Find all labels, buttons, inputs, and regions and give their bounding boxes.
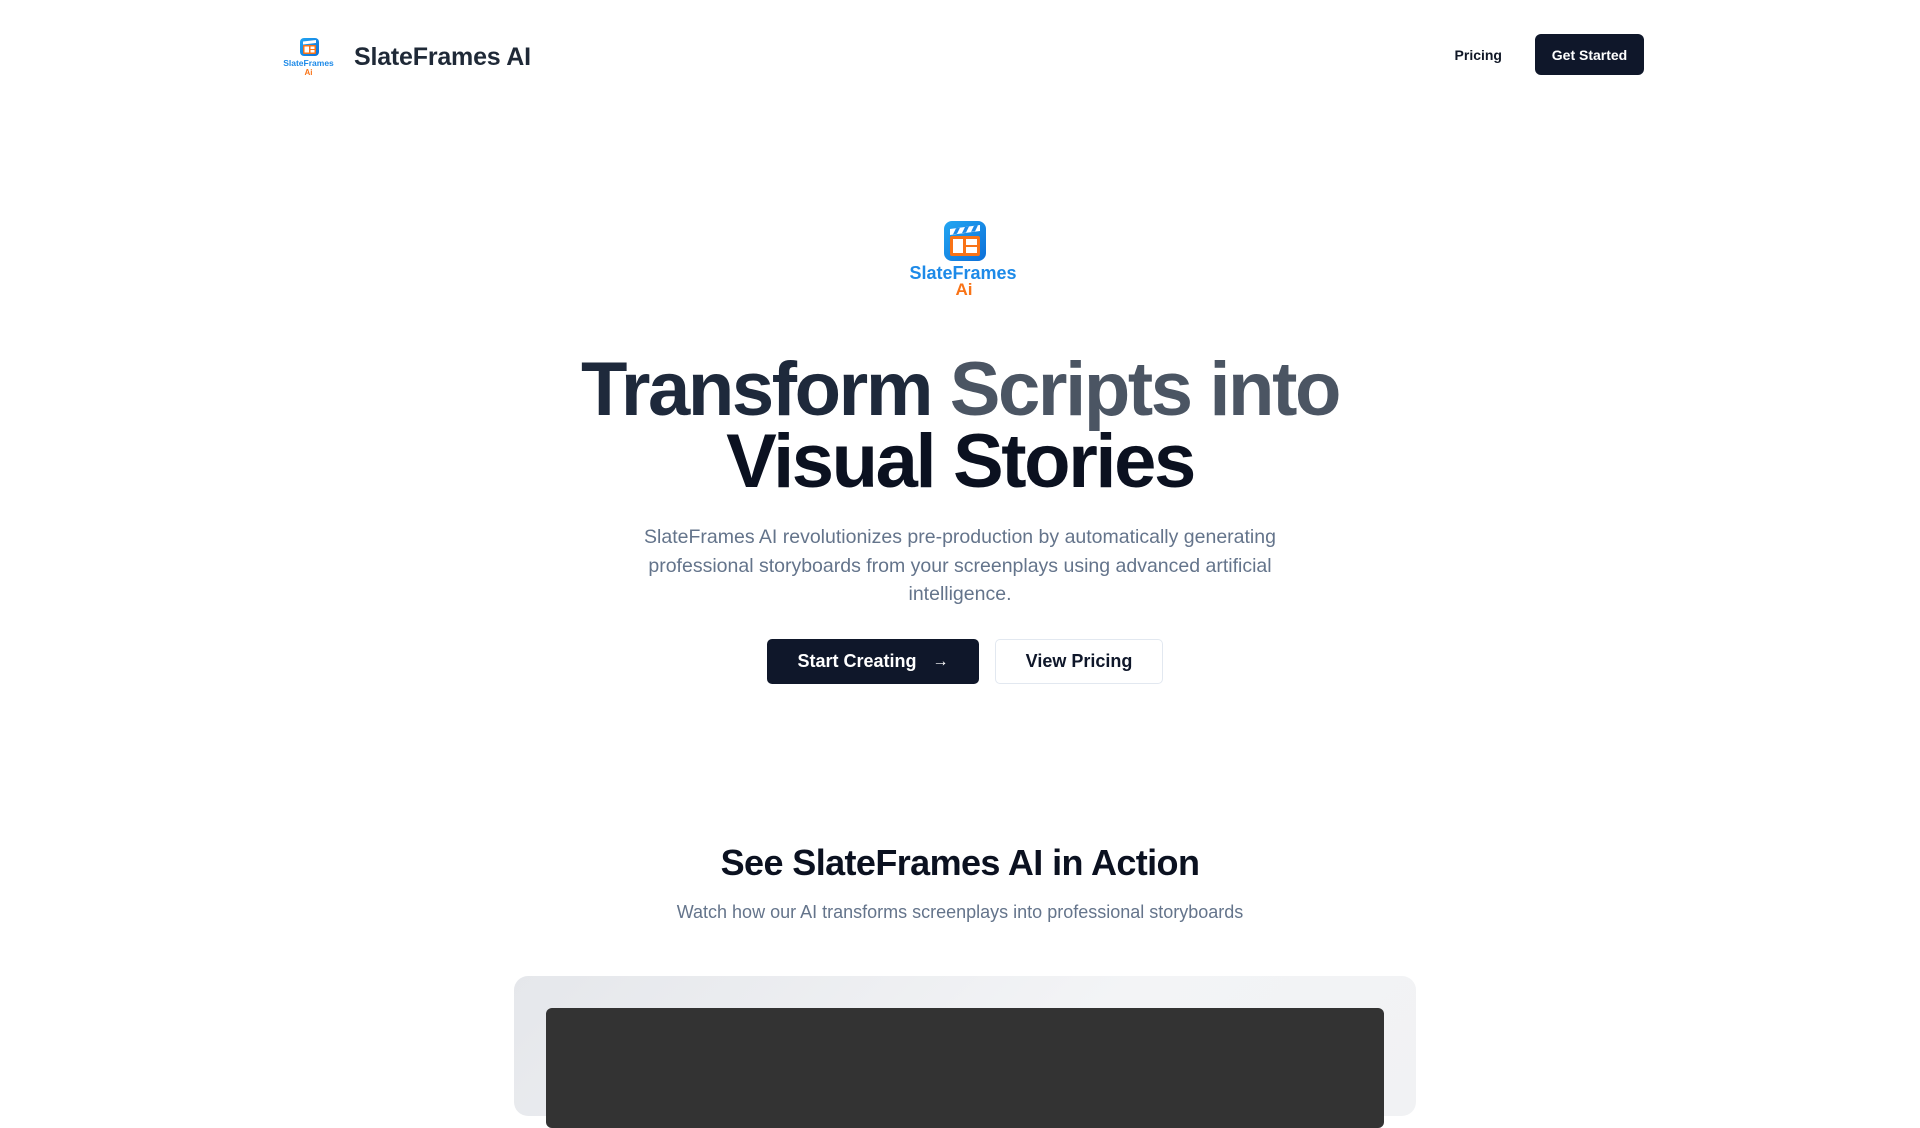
demo-video-player[interactable] <box>546 1008 1384 1128</box>
start-creating-button[interactable]: Start Creating → <box>767 639 979 684</box>
top-nav: Pricing Get Started <box>1455 34 1644 75</box>
view-pricing-button[interactable]: View Pricing <box>995 639 1163 684</box>
site-header: SlateFrames Ai SlateFrames AI Pricing Ge… <box>0 0 1920 112</box>
hero-subtitle: SlateFrames AI revolutionizes pre-produc… <box>644 526 1276 605</box>
start-creating-label: Start Creating <box>797 651 917 671</box>
get-started-button[interactable]: Get Started <box>1535 34 1644 75</box>
nav-pricing-link[interactable]: Pricing <box>1455 47 1502 63</box>
svg-text:Ai: Ai <box>956 280 973 298</box>
brand[interactable]: SlateFrames Ai SlateFrames AI <box>280 36 531 78</box>
hero-logo-icon: SlateFrames Ai <box>909 221 1017 298</box>
demo-title: See SlateFrames AI in Action <box>720 842 1200 883</box>
hero-title-line-visual-stories: Visual Stories <box>726 419 1196 504</box>
demo-video-frame <box>514 976 1416 1128</box>
svg-text:SlateFrames: SlateFrames <box>283 58 334 68</box>
hero-cta-row: Start Creating → View Pricing <box>767 639 1163 684</box>
arrow-right-icon: → <box>932 652 949 670</box>
hero-title: Transform Scripts into Visual Stories <box>0 352 1920 500</box>
demo-subtitle: Watch how our AI transforms screenplays … <box>676 902 1244 922</box>
svg-text:Ai: Ai <box>305 68 313 77</box>
slateframes-logo-icon: SlateFrames Ai <box>283 38 334 77</box>
brand-name: SlateFrames AI <box>354 42 531 71</box>
